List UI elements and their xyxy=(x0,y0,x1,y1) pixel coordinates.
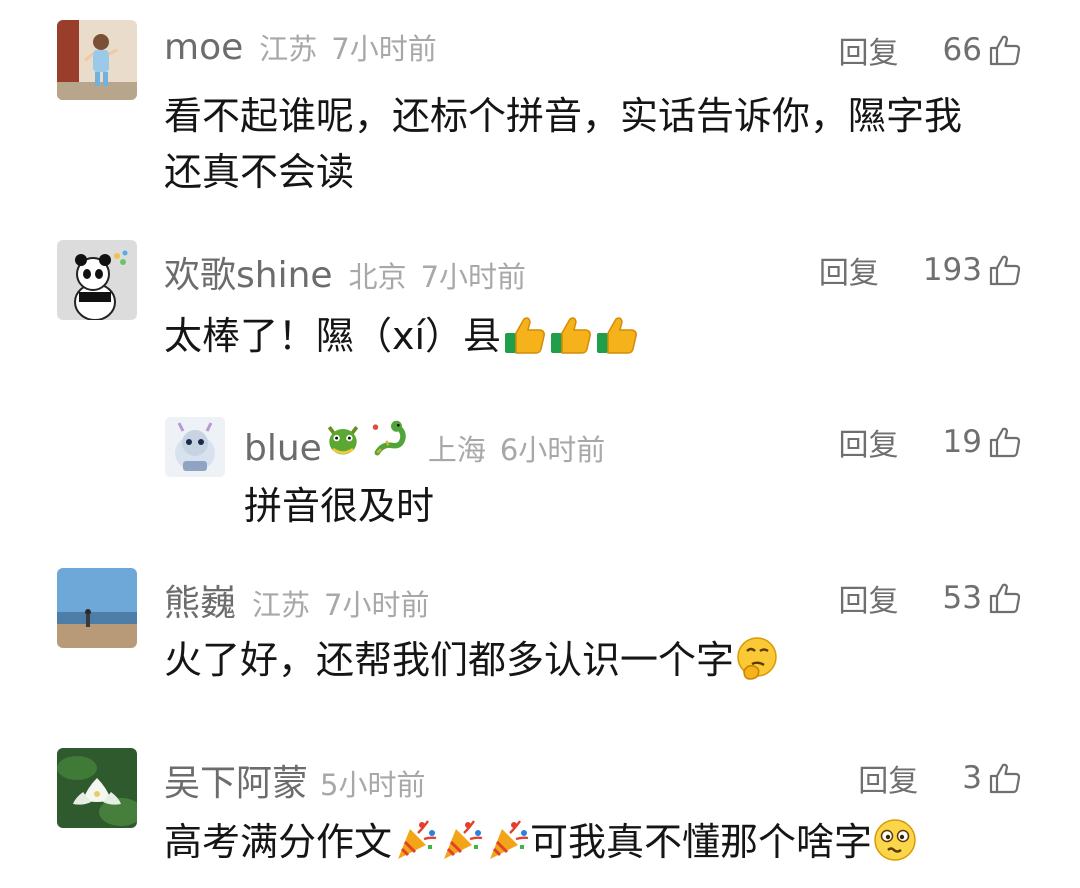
reply-button[interactable]: 回复 xyxy=(839,420,899,464)
reply-button[interactable]: 回复 xyxy=(819,248,879,292)
thumbs-up-icon[interactable] xyxy=(988,253,1022,287)
reply-button[interactable]: 回复 xyxy=(858,756,918,800)
comment-text: 太棒了！隰（xí）县 xyxy=(164,314,502,358)
party-popper-emoji-icon xyxy=(438,817,484,863)
party-popper-emoji-icon xyxy=(484,817,530,863)
comment-text: 拼音很及时 xyxy=(244,484,435,528)
avatar[interactable] xyxy=(57,568,137,648)
comment-body: 看不起谁呢，还标个拼音，实话告诉你，隰字我 还真不会读 xyxy=(164,88,1044,200)
user-name[interactable]: 吴下阿蒙 xyxy=(164,754,308,806)
thumbs-up-icon[interactable] xyxy=(988,425,1022,459)
dragon-toy-avatar-icon xyxy=(165,417,225,477)
like-count: 3 xyxy=(962,760,982,796)
party-popper-emoji-icon xyxy=(392,817,438,863)
lotus-photo-avatar-icon xyxy=(57,748,137,828)
like-count: 19 xyxy=(942,424,982,460)
like-count: 53 xyxy=(942,580,982,616)
thumbs-up-emoji-icon xyxy=(501,311,547,357)
comment-body: 太棒了！隰（xí）县 xyxy=(164,308,639,364)
comment-line: 看不起谁呢，还标个拼音，实话告诉你，隰字我 xyxy=(164,94,963,138)
like-count: 66 xyxy=(942,32,982,68)
child-photo-avatar-icon xyxy=(57,20,137,100)
beach-photo-avatar-icon xyxy=(57,568,137,648)
comment-time: 7小时前 xyxy=(324,588,430,622)
dragon-emoji-icon xyxy=(370,418,412,460)
comment-time: 5小时前 xyxy=(320,768,426,802)
comment-time: 6小时前 xyxy=(499,433,606,467)
thumbs-up-emoji-icon xyxy=(547,311,593,357)
user-name[interactable]: moe xyxy=(164,27,243,68)
reply-button[interactable]: 回复 xyxy=(839,28,899,72)
user-name[interactable]: blue xyxy=(244,428,322,469)
thumbs-up-icon[interactable] xyxy=(988,581,1022,615)
confused-face-emoji-icon xyxy=(872,817,918,863)
thumbs-up-icon[interactable] xyxy=(988,33,1022,67)
user-name[interactable]: 欢歌shine xyxy=(164,246,333,298)
user-location: 上海 xyxy=(427,433,486,467)
avatar[interactable] xyxy=(165,417,225,477)
comment-time: 7小时前 xyxy=(331,32,437,66)
user-name[interactable]: 熊巍 xyxy=(164,574,236,626)
comment-time: 7小时前 xyxy=(420,260,527,294)
thumbs-up-icon[interactable] xyxy=(988,761,1022,795)
comment-text: 可我真不懂那个啥字 xyxy=(530,820,873,864)
comment-line: 还真不会读 xyxy=(164,150,355,194)
thumbs-up-emoji-icon xyxy=(593,311,639,357)
avatar[interactable] xyxy=(57,748,137,828)
like-count: 193 xyxy=(922,252,982,288)
comment-text: 火了好，还帮我们都多认识一个字 xyxy=(164,638,735,682)
comment-body: 拼音很及时 xyxy=(244,478,434,534)
comment-body: 火了好，还帮我们都多认识一个字 xyxy=(164,632,780,688)
user-location: 北京 xyxy=(348,260,407,294)
avatar[interactable] xyxy=(57,240,137,320)
user-location: 江苏 xyxy=(259,32,318,66)
user-location: 江苏 xyxy=(252,588,311,622)
comment-text: 高考满分作文 xyxy=(164,820,393,864)
dragon-face-emoji-icon xyxy=(322,418,364,460)
panda-avatar-icon xyxy=(57,240,137,320)
reply-button[interactable]: 回复 xyxy=(839,576,899,620)
comment-body: 高考满分作文 可我真不懂那个啥字 xyxy=(164,814,918,870)
thinking-face-emoji-icon xyxy=(734,635,780,681)
avatar[interactable] xyxy=(57,20,137,100)
